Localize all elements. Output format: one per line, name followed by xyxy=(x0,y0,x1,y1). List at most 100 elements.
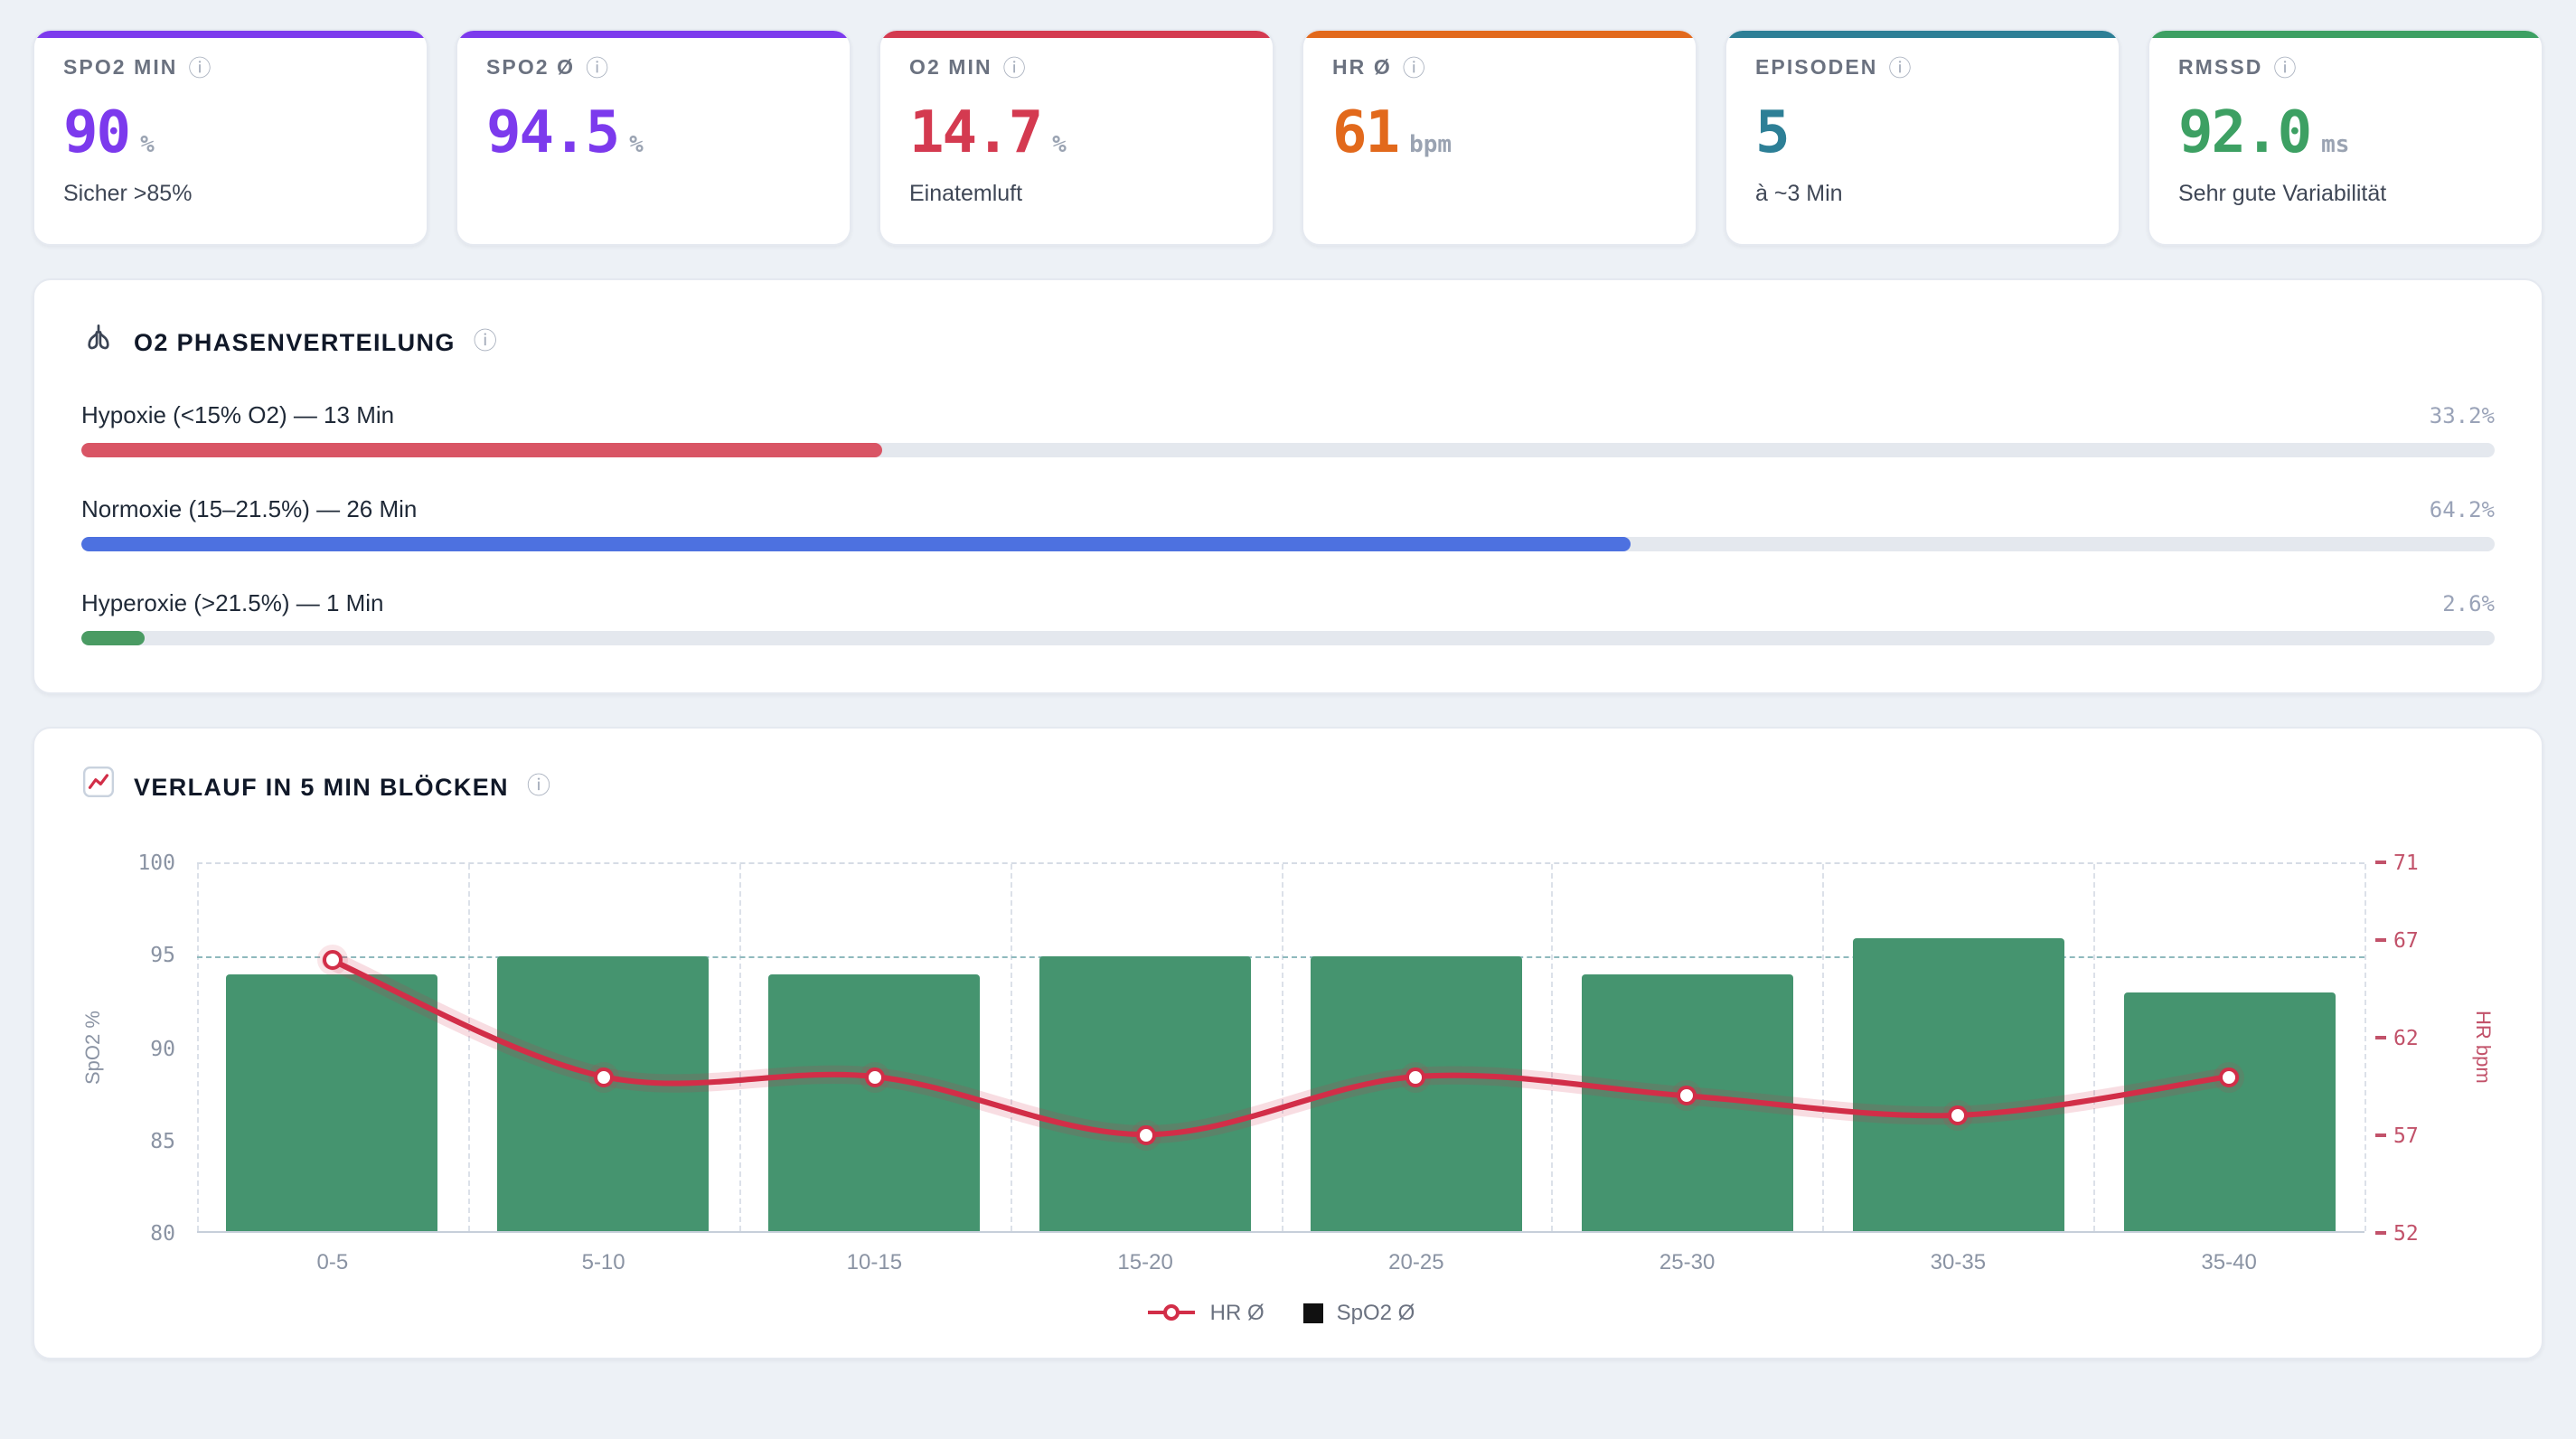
phase-fill xyxy=(81,537,1631,551)
left-axis-tick: 100 xyxy=(137,850,175,875)
info-icon[interactable]: ⓘ xyxy=(586,58,610,80)
stat-card-spo2-avg: SPO2 Ø ⓘ 94.5 % xyxy=(456,29,851,246)
info-icon[interactable]: ⓘ xyxy=(1403,58,1427,80)
section-title: O2 PHASENVERTEILUNG xyxy=(134,328,456,355)
legend-square-marker xyxy=(1304,1303,1324,1322)
stat-label: SPO2 MIN xyxy=(63,59,178,80)
stat-label: O2 MIN xyxy=(909,59,992,80)
info-icon[interactable]: ⓘ xyxy=(474,330,497,353)
left-axis-tick: 90 xyxy=(150,1035,175,1060)
tick-dash xyxy=(2375,1133,2386,1137)
stat-card-episoden: EPISODEN ⓘ 5 à ~3 Min xyxy=(1725,29,2120,246)
info-icon[interactable]: ⓘ xyxy=(527,775,550,798)
right-axis-title: HR bpm xyxy=(2469,862,2495,1233)
stat-value: 5 xyxy=(1755,97,1789,165)
stat-label: RMSSD xyxy=(2178,59,2262,80)
stat-subtitle: à ~3 Min xyxy=(1755,180,2090,209)
right-axis-ticks: 7167625752 xyxy=(2375,862,2458,1233)
left-axis-tick: 95 xyxy=(150,943,175,968)
x-axis-label: 0-5 xyxy=(197,1249,468,1274)
hr-point xyxy=(1135,1124,1155,1144)
phase-label: Hypoxie (<15% O2) — 13 Min xyxy=(81,401,394,428)
stat-value: 61 xyxy=(1332,97,1398,165)
right-axis-tick: 62 xyxy=(2375,1025,2419,1050)
left-axis-ticks: 10095908580 xyxy=(118,862,186,1233)
tick-dash xyxy=(2375,1036,2386,1039)
right-axis-tick: 57 xyxy=(2375,1123,2419,1148)
stat-subtitle: Sehr gute Variabilität xyxy=(2178,180,2513,209)
stat-card-o2-min: O2 MIN ⓘ 14.7 % Einatemluft xyxy=(879,29,1274,246)
dashboard: SPO2 MIN ⓘ 90 % Sicher >85% SPO2 Ø ⓘ 94.… xyxy=(0,0,2576,1439)
info-icon[interactable]: ⓘ xyxy=(2273,58,2298,80)
tick-value: 71 xyxy=(2393,850,2419,875)
phase-fill xyxy=(81,631,144,645)
hr-point xyxy=(594,1067,614,1086)
stats-row: SPO2 MIN ⓘ 90 % Sicher >85% SPO2 Ø ⓘ 94.… xyxy=(33,29,2543,246)
right-axis-tick: 67 xyxy=(2375,927,2419,953)
stat-label: SPO2 Ø xyxy=(486,59,575,80)
o2-phase-section: O2 PHASENVERTEILUNG ⓘ Hypoxie (<15% O2) … xyxy=(33,278,2543,694)
combo-chart: SpO2 % 10095908580 7167625752 HR bpm 0-5… xyxy=(81,862,2495,1325)
x-axis-labels: 0-55-1010-1515-2020-2525-3030-3535-40 xyxy=(197,1233,2364,1274)
hr-point xyxy=(1406,1067,1426,1086)
hr-point xyxy=(864,1067,884,1086)
hr-point xyxy=(2219,1067,2239,1086)
right-axis-tick: 52 xyxy=(2375,1220,2419,1246)
tick-dash xyxy=(2375,861,2386,864)
stat-unit: bpm xyxy=(1409,131,1452,158)
verlauf-section: VERLAUF IN 5 MIN BLÖCKEN ⓘ SpO2 % 100959… xyxy=(33,727,2543,1359)
phase-row-normoxie: Normoxie (15–21.5%) — 26 Min 64.2% xyxy=(81,495,2495,551)
phase-fill xyxy=(81,443,882,457)
phase-percent: 2.6% xyxy=(2442,591,2495,616)
phase-label: Normoxie (15–21.5%) — 26 Min xyxy=(81,495,417,522)
x-axis-label: 5-10 xyxy=(468,1249,739,1274)
info-icon[interactable]: ⓘ xyxy=(189,58,213,80)
legend-item-spo2-[interactable]: SpO2 Ø xyxy=(1304,1300,1415,1325)
stat-subtitle xyxy=(1332,180,1667,209)
x-axis-label: 20-25 xyxy=(1281,1249,1552,1274)
hr-line xyxy=(197,864,2364,1231)
line-chart-icon xyxy=(81,765,116,808)
stat-value: 94.5 xyxy=(486,97,618,165)
tick-value: 57 xyxy=(2393,1123,2419,1148)
legend-item-hr-[interactable]: HR Ø xyxy=(1147,1300,1264,1325)
phase-track xyxy=(81,537,2495,551)
stat-subtitle: Einatemluft xyxy=(909,180,1244,209)
tick-value: 62 xyxy=(2393,1025,2419,1050)
stat-label: EPISODEN xyxy=(1755,59,1877,80)
left-axis-tick: 85 xyxy=(150,1128,175,1153)
x-axis-label: 15-20 xyxy=(1010,1249,1281,1274)
stat-card-rmssd: RMSSD ⓘ 92.0 ms Sehr gute Variabilität xyxy=(2148,29,2543,246)
stat-label: HR Ø xyxy=(1332,59,1392,80)
phase-label: Hyperoxie (>21.5%) — 1 Min xyxy=(81,589,384,616)
hr-point xyxy=(1678,1086,1697,1105)
phase-percent: 64.2% xyxy=(2430,497,2495,522)
gridline-vertical xyxy=(2364,864,2366,1231)
phase-track xyxy=(81,443,2495,457)
left-axis-tick: 80 xyxy=(150,1220,175,1246)
tick-value: 67 xyxy=(2393,927,2419,953)
left-axis-title: SpO2 % xyxy=(81,862,107,1233)
stat-unit: % xyxy=(140,131,155,158)
hr-point xyxy=(323,951,343,971)
info-icon[interactable]: ⓘ xyxy=(1888,58,1913,80)
stat-value: 90 xyxy=(63,97,129,165)
x-axis-label: 10-15 xyxy=(739,1249,1011,1274)
lungs-icon xyxy=(81,320,116,363)
phase-track xyxy=(81,631,2495,645)
stat-subtitle: Sicher >85% xyxy=(63,180,398,209)
plot-area xyxy=(197,862,2364,1233)
stat-card-hr-avg: HR Ø ⓘ 61 bpm xyxy=(1302,29,1697,246)
x-axis-label: 35-40 xyxy=(2093,1249,2364,1274)
stat-unit: ms xyxy=(2321,131,2349,158)
legend-label: HR Ø xyxy=(1210,1300,1264,1325)
tick-value: 52 xyxy=(2393,1220,2419,1246)
tick-dash xyxy=(2375,938,2386,942)
hr-point xyxy=(1948,1105,1968,1125)
legend-label: SpO2 Ø xyxy=(1337,1300,1415,1325)
stat-subtitle xyxy=(486,180,821,209)
x-axis-label: 25-30 xyxy=(1552,1249,1823,1274)
stat-card-spo2-min: SPO2 MIN ⓘ 90 % Sicher >85% xyxy=(33,29,428,246)
info-icon[interactable]: ⓘ xyxy=(1003,58,1028,80)
x-axis-label: 30-35 xyxy=(1823,1249,2094,1274)
